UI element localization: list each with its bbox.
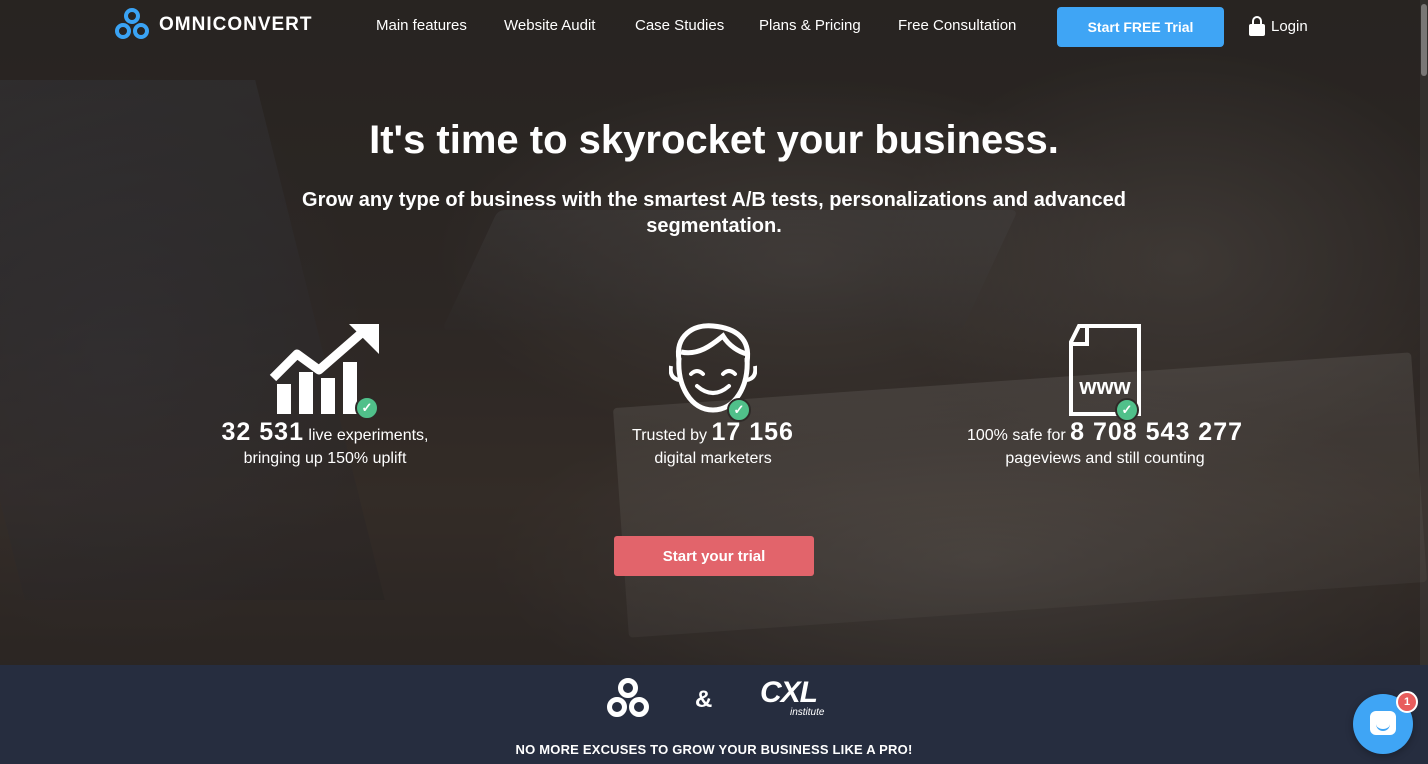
- nav-plans-pricing[interactable]: Plans & Pricing: [759, 17, 861, 34]
- stat-experiments-line1: 32 531 live experiments,: [221, 418, 429, 446]
- nav-website-audit[interactable]: Website Audit: [504, 17, 595, 34]
- start-your-trial-button[interactable]: Start your trial: [614, 536, 814, 576]
- www-document-icon: www ✓: [1057, 322, 1153, 422]
- stat-pageviews: www ✓ 100% safe for 8 708 543 277 pagevi…: [940, 322, 1270, 470]
- start-free-trial-button[interactable]: Start FREE Trial: [1057, 7, 1224, 47]
- stat-pageviews-line1: 100% safe for 8 708 543 277: [966, 418, 1244, 446]
- stat-marketers: ✓ Trusted by 17 156 digital marketers: [593, 322, 833, 470]
- stat-marketers-line1: Trusted by 17 156: [632, 418, 794, 446]
- smiling-face-icon: ✓: [668, 322, 758, 422]
- login-label: Login: [1271, 17, 1308, 35]
- partner-tagline: NO MORE EXCUSES TO GROW YOUR BUSINESS LI…: [515, 742, 913, 757]
- page-scrollbar[interactable]: [1420, 0, 1428, 665]
- growth-chart-icon: ✓: [269, 322, 381, 420]
- chat-bubble-icon: [1370, 711, 1396, 735]
- partner-ampersand: &: [695, 686, 713, 713]
- cxl-logo-text: CXL: [760, 676, 818, 709]
- stat-pageviews-line2: pageviews and still counting: [1005, 450, 1205, 467]
- check-icon: ✓: [1115, 398, 1139, 422]
- top-navbar: OMNICONVERT Main features Website Audit …: [0, 0, 1428, 54]
- stat-experiments: ✓ 32 531 live experiments, bringing up 1…: [190, 322, 460, 470]
- chat-notification-badge: 1: [1396, 691, 1418, 713]
- nav-free-consultation[interactable]: Free Consultation: [898, 17, 1016, 34]
- nav-main-features[interactable]: Main features: [376, 17, 467, 34]
- scrollbar-thumb[interactable]: [1421, 4, 1427, 76]
- stat-experiments-line2: bringing up 150% uplift: [243, 450, 407, 467]
- hero-subtitle: Grow any type of business with the smart…: [302, 189, 1126, 237]
- cxl-logo-subtext: institute: [790, 707, 825, 718]
- check-icon: ✓: [355, 396, 379, 420]
- hero-title: It's time to skyrocket your business.: [369, 118, 1059, 162]
- nav-case-studies[interactable]: Case Studies: [635, 17, 724, 34]
- login-link[interactable]: Login: [1249, 16, 1308, 36]
- check-icon: ✓: [727, 398, 751, 422]
- lock-icon: [1249, 16, 1265, 36]
- stat-marketers-line2: digital marketers: [654, 450, 772, 467]
- www-label: www: [1078, 374, 1131, 399]
- omniconvert-partner-logo-icon: [606, 678, 652, 720]
- cxl-institute-logo: CXL institute: [760, 678, 830, 720]
